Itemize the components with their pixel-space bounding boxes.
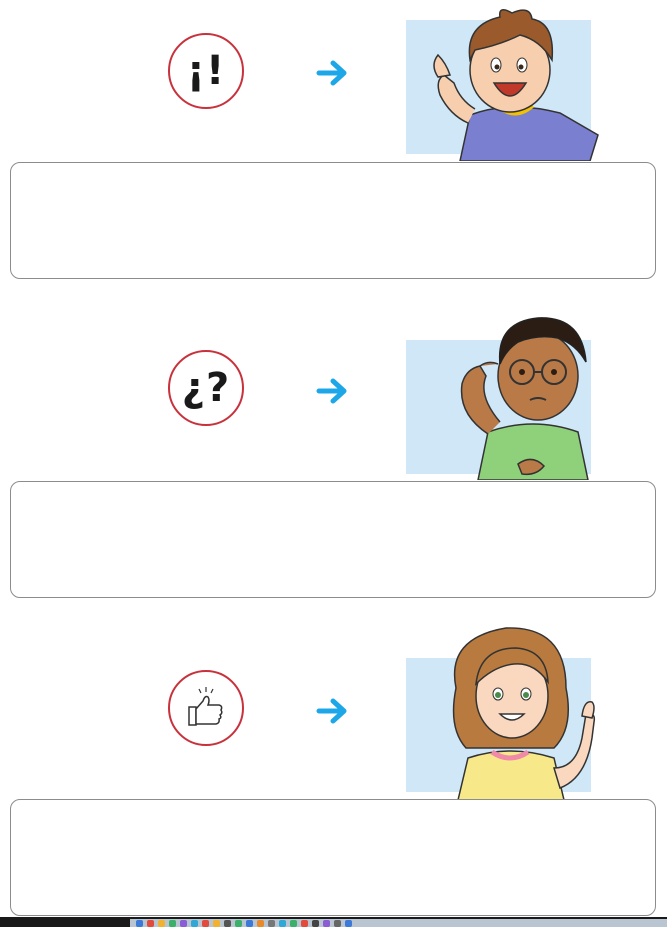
dock-app-icon[interactable] <box>180 919 187 927</box>
arrow-right-icon <box>316 60 347 86</box>
answer-box-1[interactable] <box>10 162 656 279</box>
dock-app-icon[interactable] <box>202 919 209 927</box>
answer-box-3[interactable] <box>10 799 656 916</box>
dock-app-icon[interactable] <box>224 919 231 927</box>
dock-app-icon[interactable] <box>301 919 308 927</box>
dock-app-icon[interactable] <box>268 919 275 927</box>
arrow-right-icon <box>316 378 347 404</box>
dock-app-icon[interactable] <box>213 919 220 927</box>
dock-app-icon[interactable] <box>334 919 341 927</box>
worksheet-page: ¡! ¿? <box>0 0 667 927</box>
boy-exclaiming-illustration <box>433 9 599 161</box>
question-marks-icon: ¿? <box>168 350 244 426</box>
dock-app-icon[interactable] <box>136 919 143 927</box>
dock-app-icon[interactable] <box>279 919 286 927</box>
question-symbol: ¿? <box>181 365 231 411</box>
dock <box>130 919 667 927</box>
dock-app-icon[interactable] <box>246 919 253 927</box>
dock-app-icon[interactable] <box>147 919 154 927</box>
girl-thumbs-up-illustration <box>452 627 596 800</box>
exclamation-symbol: ¡! <box>186 48 226 94</box>
dock-app-icon[interactable] <box>235 919 242 927</box>
thumbs-up-icon <box>168 670 244 746</box>
exclamation-marks-icon: ¡! <box>168 33 244 109</box>
dock-app-icon[interactable] <box>312 919 319 927</box>
dock-app-icon[interactable] <box>345 919 352 927</box>
thumbs-up-glyph <box>188 687 223 726</box>
dock-app-icon[interactable] <box>323 919 330 927</box>
arrow-right-icon <box>316 698 347 724</box>
dock-app-icon[interactable] <box>158 919 165 927</box>
dock-app-icon[interactable] <box>290 919 297 927</box>
dock-app-icon[interactable] <box>169 919 176 927</box>
boy-thinking-illustration <box>460 317 589 480</box>
dock-app-icon[interactable] <box>191 919 198 927</box>
dock-app-icon[interactable] <box>257 919 264 927</box>
answer-box-2[interactable] <box>10 481 656 598</box>
